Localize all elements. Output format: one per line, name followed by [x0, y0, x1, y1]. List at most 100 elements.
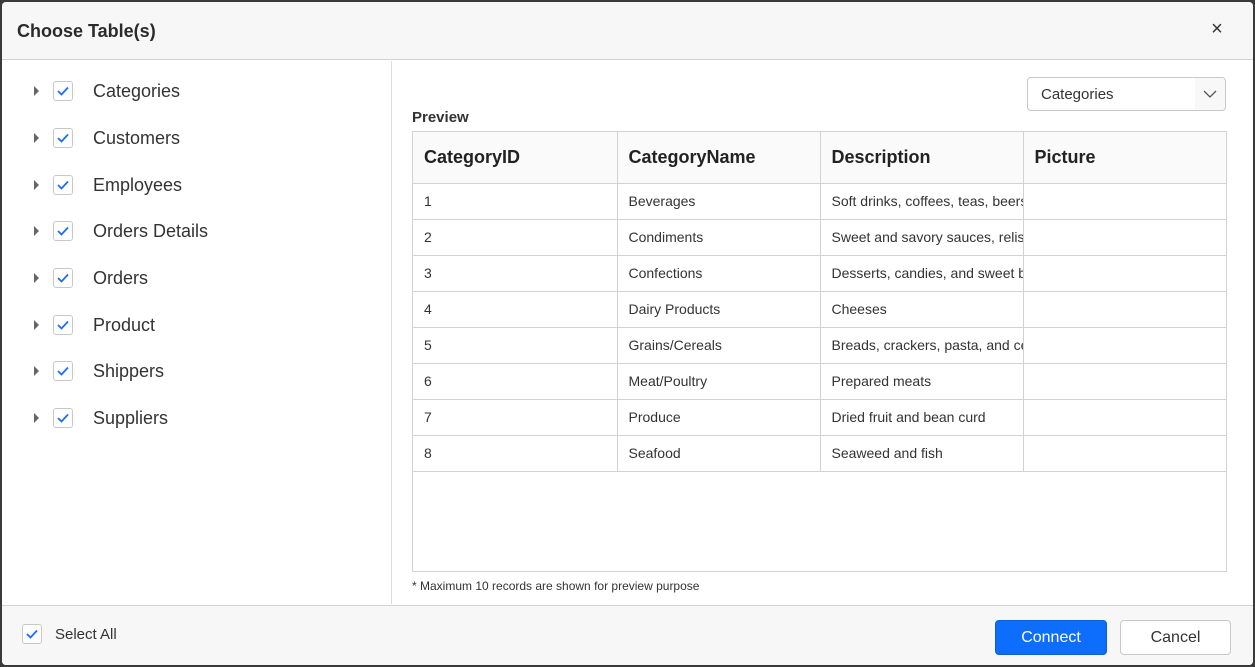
- checkbox[interactable]: [53, 315, 73, 335]
- table-cell: [1023, 399, 1226, 436]
- expand-caret-icon[interactable]: [34, 320, 39, 330]
- table-cell: Meat/Poultry: [617, 363, 821, 400]
- table-cell: Prepared meats: [820, 363, 1024, 400]
- checkmark-icon: [57, 226, 69, 236]
- dialog-footer: Select All Connect Cancel: [2, 605, 1253, 665]
- table-cell: 4: [413, 291, 618, 328]
- table-cell: 5: [413, 327, 618, 364]
- expand-caret-icon[interactable]: [34, 366, 39, 376]
- tree-item-label: Categories: [93, 80, 181, 101]
- table-cell: Sweet and savory sauces, relishes, sprea…: [820, 219, 1024, 256]
- checkmark-icon: [57, 133, 69, 143]
- tree-item-suppliers[interactable]: Suppliers: [34, 406, 168, 430]
- table-cell: [1023, 219, 1226, 256]
- checkbox[interactable]: [53, 175, 73, 195]
- tree-item-categories[interactable]: Categories: [34, 79, 180, 103]
- select-all-checkbox[interactable]: Select All: [22, 624, 117, 644]
- table-cell: Seafood: [617, 435, 821, 472]
- table-select-dropdown[interactable]: Categories: [1027, 77, 1226, 111]
- tree-item-label: Suppliers: [93, 407, 169, 428]
- table-cell: [1023, 435, 1226, 472]
- table-row: 3 Confections Desserts, candies, and sweet…: [413, 255, 1226, 292]
- tree-item-orders[interactable]: Orders: [34, 266, 148, 290]
- checkbox[interactable]: [53, 221, 73, 241]
- preview-pane: Categories Preview CategoryID CategoryNam…: [394, 61, 1253, 604]
- tree-item-customers[interactable]: Customers: [34, 126, 180, 150]
- grid-header-row: CategoryID CategoryName Description Picture: [413, 132, 1226, 184]
- checkbox[interactable]: [53, 408, 73, 428]
- checkbox[interactable]: [53, 268, 73, 288]
- checkmark-icon: [26, 629, 38, 639]
- select-all-label: Select All: [55, 625, 117, 643]
- column-header[interactable]: CategoryID: [413, 132, 618, 184]
- checkmark-icon: [57, 320, 69, 330]
- table-cell: Produce: [617, 399, 821, 436]
- tree-item-employees[interactable]: Employees: [34, 173, 182, 197]
- table-cell: Dairy Products: [617, 291, 821, 328]
- checkmark-icon: [57, 180, 69, 190]
- close-icon: ×: [1211, 18, 1223, 40]
- column-header[interactable]: Description: [820, 132, 1024, 184]
- table-cell: 3: [413, 255, 618, 292]
- dialog-header: Choose Table(s) ×: [2, 2, 1253, 60]
- table-cell: Desserts, candies, and sweet breads: [820, 255, 1024, 292]
- expand-caret-icon[interactable]: [34, 86, 39, 96]
- tree-item-label: Orders Details: [93, 220, 209, 241]
- column-header[interactable]: CategoryName: [617, 132, 821, 184]
- preview-grid: CategoryID CategoryName Description Picture…: [412, 131, 1227, 572]
- table-cell: [1023, 183, 1226, 220]
- table-row: 7 Produce Dried fruit and bean curd: [413, 399, 1226, 436]
- column-header[interactable]: Picture: [1023, 132, 1226, 184]
- table-cell: Confections: [617, 255, 821, 292]
- expand-caret-icon[interactable]: [34, 226, 39, 236]
- table-cell: Cheeses: [820, 291, 1024, 328]
- tree-item-shippers[interactable]: Shippers: [34, 359, 164, 383]
- table-cell: [1023, 327, 1226, 364]
- table-tree: Categories Customers Employees Orders Detai…: [2, 61, 392, 604]
- close-button[interactable]: ×: [1207, 19, 1227, 39]
- expand-caret-icon[interactable]: [34, 180, 39, 190]
- choose-tables-dialog: Choose Table(s) × Categories Customers Emp…: [2, 2, 1253, 665]
- table-cell: Dried fruit and bean curd: [820, 399, 1024, 436]
- expand-caret-icon[interactable]: [34, 133, 39, 143]
- preview-label: Preview: [412, 109, 469, 126]
- table-cell: 7: [413, 399, 618, 436]
- table-cell: Grains/Cereals: [617, 327, 821, 364]
- tree-item-product[interactable]: Product: [34, 313, 155, 337]
- table-cell: 1: [413, 183, 618, 220]
- table-row: 1 Beverages Soft drinks, coffees, teas, be…: [413, 183, 1226, 220]
- table-cell: [1023, 291, 1226, 328]
- expand-caret-icon[interactable]: [34, 413, 39, 423]
- tree-item-label: Shippers: [93, 360, 165, 381]
- table-cell: 2: [413, 219, 618, 256]
- table-cell: [1023, 363, 1226, 400]
- checkmark-icon: [57, 86, 69, 96]
- checkmark-icon: [57, 413, 69, 423]
- tree-item-orders-details[interactable]: Orders Details: [34, 219, 208, 243]
- table-cell: 6: [413, 363, 618, 400]
- checkmark-icon: [57, 366, 69, 376]
- expand-caret-icon[interactable]: [34, 273, 39, 283]
- connect-button[interactable]: Connect: [995, 620, 1107, 655]
- dialog-title: Choose Table(s): [17, 21, 156, 41]
- checkbox[interactable]: [53, 81, 73, 101]
- dropdown-value: Categories: [1041, 86, 1114, 103]
- table-cell: Beverages: [617, 183, 821, 220]
- tree-item-label: Product: [93, 314, 156, 335]
- cancel-button[interactable]: Cancel: [1120, 620, 1231, 655]
- table-row: 5 Grains/Cereals Breads, crackers, pasta, …: [413, 327, 1226, 364]
- tree-item-label: Employees: [93, 174, 183, 195]
- table-row: 6 Meat/Poultry Prepared meats: [413, 363, 1226, 400]
- checkbox[interactable]: [53, 128, 73, 148]
- checkbox[interactable]: [53, 361, 73, 381]
- table-cell: [1023, 255, 1226, 292]
- table-row: 8 Seafood Seaweed and fish: [413, 435, 1226, 472]
- tree-item-label: Customers: [93, 127, 181, 148]
- table-cell: Soft drinks, coffees, teas, beers, and a…: [820, 183, 1024, 220]
- chevron-down-icon: [1195, 78, 1225, 110]
- preview-footnote: * Maximum 10 records are shown for previ…: [412, 579, 700, 593]
- table-cell: 8: [413, 435, 618, 472]
- checkmark-icon: [57, 273, 69, 283]
- table-cell: Breads, crackers, pasta, and cereal: [820, 327, 1024, 364]
- checkbox[interactable]: [22, 624, 42, 644]
